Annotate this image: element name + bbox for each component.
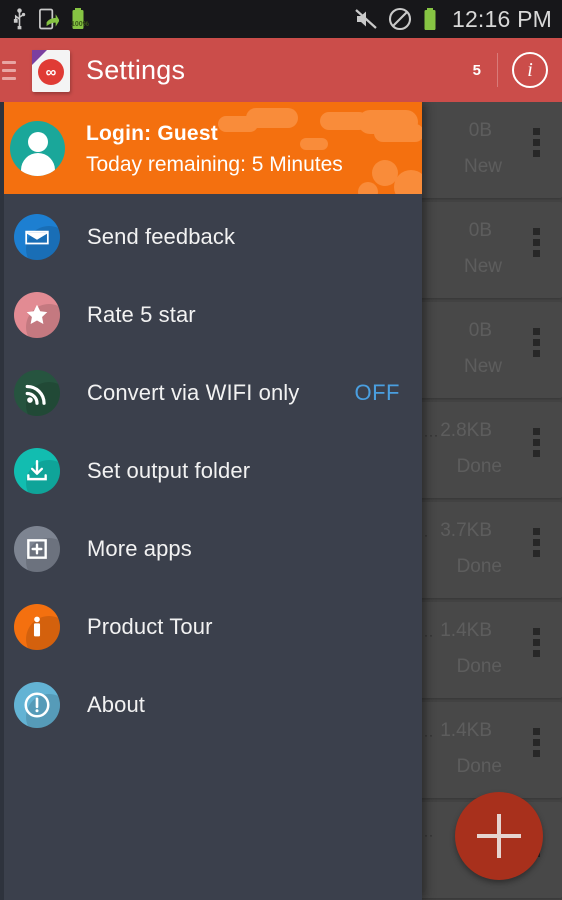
star-icon — [14, 292, 60, 338]
menu-item-label: More apps — [87, 536, 192, 561]
menu-item-convert-via-wifi-only[interactable]: Convert via WIFI only OFF — [0, 354, 422, 432]
menu-item-label: Set output folder — [87, 458, 251, 483]
status-label: Done — [456, 556, 502, 577]
menu-item-more-apps[interactable]: More apps — [0, 510, 422, 588]
envelope-icon — [14, 214, 60, 260]
clock-label: 12:16 PM — [451, 5, 552, 32]
ellipsis-icon: ·· — [424, 628, 434, 642]
ellipsis-icon: ·· — [424, 728, 434, 742]
status-label: New — [463, 356, 502, 377]
menu-item-rate-5-star[interactable]: Rate 5 star — [0, 276, 422, 354]
screen-share-icon — [38, 7, 59, 31]
app-bar: ∞ Settings 5 i — [0, 38, 562, 102]
usb-icon — [12, 7, 27, 31]
gear-decoration — [358, 182, 378, 194]
battery-charging-icon: 100% — [70, 7, 89, 31]
menu-item-label: Send feedback — [87, 224, 236, 249]
more-options-icon[interactable] — [533, 228, 540, 257]
file-size: 0B — [468, 320, 492, 341]
cloud-decoration — [374, 124, 422, 142]
file-size: 3.7KB — [440, 520, 492, 541]
file-size: 2.8KB — [440, 420, 492, 441]
login-banner[interactable]: Login: Guest Today remaining: 5 Minutes — [0, 102, 422, 194]
ellipsis-icon: · — [424, 528, 429, 542]
menu-item-label: Convert via WIFI only — [87, 380, 300, 405]
wifi-toggle-value[interactable]: OFF — [355, 380, 401, 406]
download-icon — [14, 448, 60, 494]
app-logo-infinity-icon: ∞ — [28, 46, 72, 94]
status-badge: 5 — [472, 61, 481, 79]
person-icon — [14, 604, 60, 650]
battery-full-icon — [422, 7, 438, 32]
status-label: New — [463, 256, 502, 277]
page-title: Settings — [86, 54, 186, 85]
drawer-menu: Send feedback Rate 5 star Convert via WI… — [0, 194, 422, 744]
more-options-icon[interactable] — [533, 628, 540, 657]
navigation-drawer: Login: Guest Today remaining: 5 Minutes … — [0, 102, 422, 900]
menu-item-send-feedback[interactable]: Send feedback — [0, 198, 422, 276]
menu-item-label: About — [87, 692, 145, 717]
app-logo-glyph: ∞ — [38, 59, 64, 85]
file-size: 0B — [468, 220, 492, 241]
info-button[interactable]: i — [498, 38, 562, 102]
status-label: Done — [456, 456, 502, 477]
file-size: 0B — [468, 120, 492, 141]
exclamation-icon — [14, 682, 60, 728]
battery-percent-label: 100% — [71, 21, 89, 28]
wifi-icon — [14, 370, 60, 416]
add-icon-vertical — [497, 814, 501, 858]
menu-item-about[interactable]: About — [0, 666, 422, 744]
user-avatar-icon — [10, 121, 65, 176]
file-size: 1.4KB — [440, 620, 492, 641]
menu-item-product-tour[interactable]: Product Tour — [0, 588, 422, 666]
ellipsis-icon: ·· — [424, 828, 434, 842]
hamburger-icon[interactable] — [0, 60, 22, 80]
status-label: Done — [456, 756, 502, 777]
mute-icon — [354, 8, 378, 30]
more-options-icon[interactable] — [533, 428, 540, 457]
do-not-disturb-icon — [388, 7, 412, 31]
info-icon: i — [512, 52, 548, 88]
app-screen: 0B New 0B New 0B New ··· 2.8KB Done · 3.… — [0, 0, 562, 900]
status-label: Done — [456, 656, 502, 677]
more-options-icon[interactable] — [533, 728, 540, 757]
file-size: 1.4KB — [440, 720, 492, 741]
more-options-icon[interactable] — [533, 528, 540, 557]
status-bar: 100% 12:16 PM — [0, 0, 562, 38]
login-label: Login: Guest — [86, 122, 218, 145]
gear-decoration — [394, 170, 422, 194]
menu-item-set-output-folder[interactable]: Set output folder — [0, 432, 422, 510]
more-options-icon[interactable] — [533, 328, 540, 357]
menu-item-label: Product Tour — [87, 614, 213, 639]
ellipsis-icon: ··· — [424, 428, 439, 442]
more-options-icon[interactable] — [533, 128, 540, 157]
plus-box-icon — [14, 526, 60, 572]
remaining-time-label: Today remaining: 5 Minutes — [86, 153, 343, 176]
add-button[interactable] — [455, 792, 543, 880]
status-label: New — [463, 156, 502, 177]
drawer-edge-strip — [0, 102, 4, 900]
menu-item-label: Rate 5 star — [87, 302, 196, 327]
